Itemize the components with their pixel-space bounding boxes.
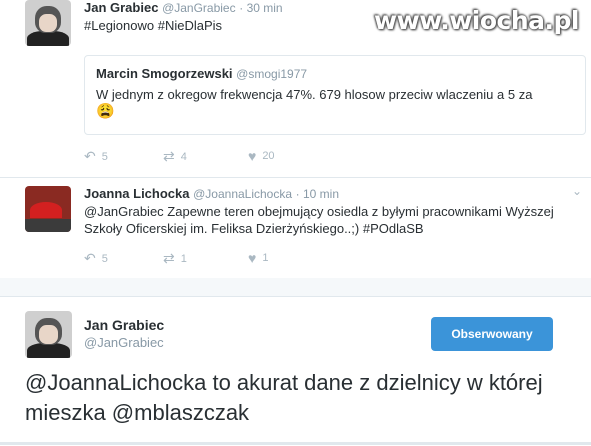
retweet-count: 4 xyxy=(180,150,187,163)
tweet-text: #Legionowo #NieDlaPis xyxy=(84,18,223,33)
quote-author-handle: @smogi1977 xyxy=(236,67,308,81)
quote-author-name: Marcin Smogorzewski xyxy=(96,66,233,81)
author-name[interactable]: Joanna Lichocka @JoannaLichocka · 10 min xyxy=(84,186,339,201)
author-name[interactable]: Jan Grabiec @JanGrabiec · 30 min xyxy=(84,0,283,15)
reply-button[interactable]: ↶ 5 xyxy=(84,148,108,165)
reply-count: 5 xyxy=(101,252,108,265)
tweet-text-large: @JoannaLichocka to akurat dane z dzielni… xyxy=(25,370,543,425)
retweet-icon: ⇄ xyxy=(163,250,175,266)
quoted-tweet[interactable]: Marcin Smogorzewski @smogi1977 W jednym … xyxy=(84,55,586,135)
avatar[interactable] xyxy=(25,186,71,232)
author-handle-text[interactable]: @JanGrabiec xyxy=(84,335,164,350)
author-name-text[interactable]: Jan Grabiec xyxy=(84,0,158,15)
avatar[interactable] xyxy=(25,0,71,46)
author-handle[interactable]: @JanGrabiec xyxy=(84,335,164,350)
like-count: 1 xyxy=(262,252,269,264)
avatar[interactable] xyxy=(25,311,72,358)
heart-icon: ♥ xyxy=(248,250,257,266)
tweet-time[interactable]: · 30 min xyxy=(239,1,282,15)
retweet-count: 1 xyxy=(180,252,187,265)
like-count: 20 xyxy=(262,150,275,162)
author-name-text[interactable]: Joanna Lichocka xyxy=(84,186,189,201)
retweet-button[interactable]: ⇄ 4 xyxy=(163,148,187,165)
tweet-text-line: @JanGrabiec Zapewne teren obejmujący osi… xyxy=(84,204,554,219)
tweet-text-line: Szkoły Oficerskiej im. Feliksa Dzierżyńs… xyxy=(84,221,424,236)
watermark: www.wiocha.pl xyxy=(374,6,579,35)
heart-icon: ♥ xyxy=(248,148,257,164)
reply-button[interactable]: ↶ 5 xyxy=(84,250,108,267)
following-button[interactable]: Obserwowany xyxy=(431,317,553,351)
chevron-down-icon[interactable]: ⌄ xyxy=(572,184,582,198)
retweet-button[interactable]: ⇄ 1 xyxy=(163,250,187,267)
author-handle[interactable]: @JanGrabiec xyxy=(162,1,236,15)
reply-icon: ↶ xyxy=(84,250,96,266)
retweet-icon: ⇄ xyxy=(163,148,175,164)
like-button[interactable]: ♥ 20 xyxy=(248,148,275,164)
author-name[interactable]: Jan Grabiec xyxy=(84,317,164,333)
tweet-text: @JanGrabiec Zapewne teren obejmujący osi… xyxy=(84,203,584,237)
author-handle[interactable]: @JoannaLichocka xyxy=(193,187,292,201)
like-button[interactable]: ♥ 1 xyxy=(248,250,268,266)
tweet-time[interactable]: · 10 min xyxy=(296,187,339,201)
tweet-joanna-lichocka: Joanna Lichocka @JoannaLichocka · 10 min… xyxy=(0,178,591,278)
quote-text: W jednym z okregow frekwencja 47%. 679 h… xyxy=(96,87,533,102)
reply-count: 5 xyxy=(101,150,108,163)
quote-emoji: 😩 xyxy=(96,103,115,120)
reply-icon: ↶ xyxy=(84,148,96,164)
